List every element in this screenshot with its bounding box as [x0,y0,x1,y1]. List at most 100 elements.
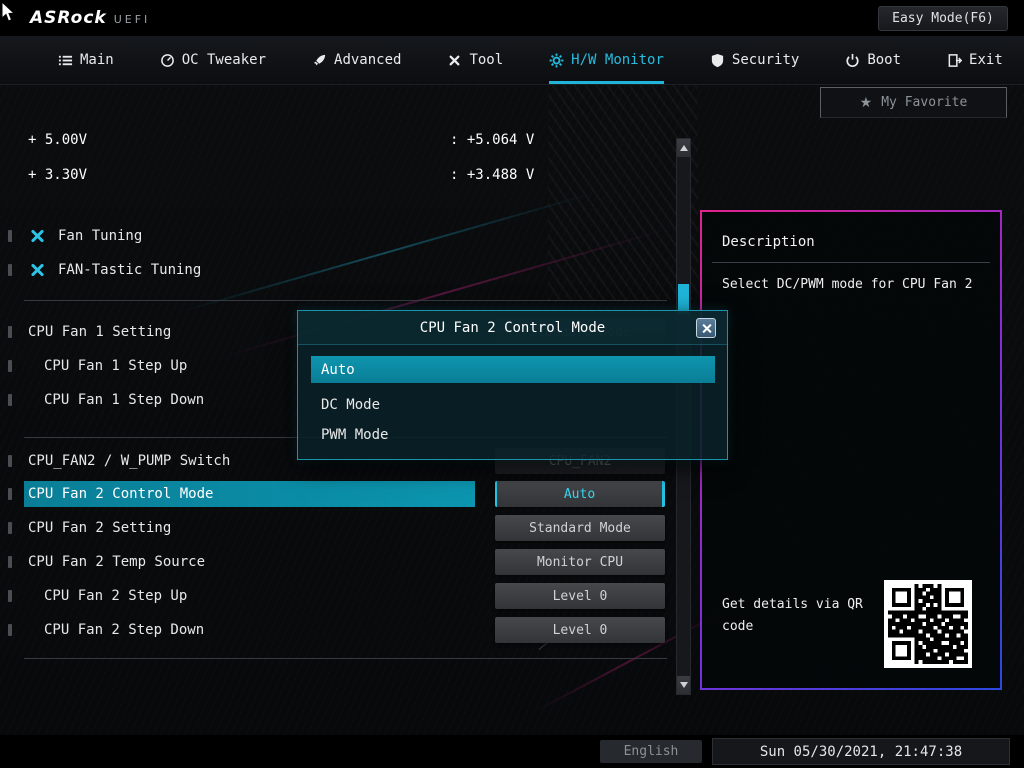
tab-oc-tweaker[interactable]: OC Tweaker [160,36,266,84]
title-bar: ASRock UEFI Easy Mode(F6) [0,0,1024,36]
description-title: Description [722,234,815,250]
triangle-up-icon [679,145,688,151]
tab-security[interactable]: Security [710,36,799,84]
option-label: DC Mode [321,396,381,413]
gear-icon [549,53,564,68]
nav-bar: Main OC Tweaker Advanced Tool H/W Monito… [0,36,1024,85]
value-button[interactable]: Auto [495,481,665,507]
menu-item-label: CPU Fan 1 Step Down [44,392,205,408]
tab-label: OC Tweaker [181,52,267,68]
status-bar: English Sun 05/30/2021, 21:47:38 [0,735,1024,768]
my-favorite-button[interactable]: My Favorite [820,87,1007,118]
voltage-value: : +3.488 V [450,167,535,183]
menu-item-cpu-fan2-setting[interactable]: CPU Fan 2 Setting Standard Mode [8,513,667,543]
description-body: Select DC/PWM mode for CPU Fan 2 [722,277,973,292]
voltage-label: + 5.00V [28,132,88,148]
close-icon[interactable] [696,318,716,338]
menu-item-fan-tuning[interactable]: Fan Tuning [8,221,667,251]
row-marker [8,522,12,534]
crossed-tools-icon [28,227,46,245]
menu-item-label: CPU Fan 1 Step Up [44,358,188,374]
option-dc-mode[interactable]: DC Mode [311,391,715,418]
tab-label: Exit [969,52,1003,68]
menu-item-label: CPU Fan 1 Setting [28,324,172,340]
voltage-label: + 3.30V [28,167,88,183]
menu-item-label: Fan Tuning [58,228,143,244]
option-label: PWM Mode [321,426,389,443]
option-pwm-mode[interactable]: PWM Mode [311,421,715,448]
brand-subtext: UEFI [113,13,151,26]
menu-item-label: CPU Fan 2 Temp Source [28,554,206,570]
menu-item-label: CPU Fan 2 Step Down [44,622,205,638]
value-button[interactable]: Level 0 [495,583,665,609]
scroll-down-button[interactable] [677,676,690,694]
tab-label: Tool [469,52,504,68]
qr-code [884,580,972,668]
exit-icon [947,53,963,68]
row-marker [8,556,12,568]
value-button[interactable]: Monitor CPU [495,549,665,575]
star-icon [860,95,873,111]
tab-tool[interactable]: Tool [447,36,503,84]
row-marker [8,488,12,500]
row-marker [8,624,12,636]
row-marker [8,230,12,242]
tab-exit[interactable]: Exit [947,36,1003,84]
gauge-icon [160,53,175,68]
separator [712,262,990,263]
tab-boot[interactable]: Boot [845,36,901,84]
option-auto[interactable]: Auto [311,356,715,383]
option-label: Auto [321,361,355,378]
dialog-title: CPU Fan 2 Control Mode [298,311,727,345]
wrench-icon [447,53,462,68]
menu-item-label: CPU Fan 2 Setting [28,520,172,536]
tab-label: Boot [867,52,902,68]
row-marker [8,326,12,338]
tab-label: H/W Monitor [571,52,664,68]
menu-item-label: CPU Fan 2 Control Mode [28,486,214,502]
power-icon [845,53,860,68]
tab-hw-monitor[interactable]: H/W Monitor [549,36,664,84]
brand-text: ASRock [30,8,107,28]
qr-caption: Get details via QR code [722,597,863,635]
tab-label: Main [80,52,114,68]
menu-item-label: CPU_FAN2 / W_PUMP Switch [28,453,231,469]
row-marker [8,394,12,406]
menu-item-fantastic-tuning[interactable]: FAN-Tastic Tuning [8,255,667,285]
my-favorite-label: My Favorite [881,95,968,110]
rocket-icon [312,53,327,68]
easy-mode-button[interactable]: Easy Mode(F6) [878,6,1008,31]
tab-advanced[interactable]: Advanced [312,36,401,84]
asrock-logo: ASRock UEFI [30,8,150,28]
menu-item-cpu-fan2-control-mode[interactable]: CPU Fan 2 Control Mode Auto [8,479,667,509]
triangle-down-icon [679,682,688,688]
datetime-display: Sun 05/30/2021, 21:47:38 [712,738,1010,765]
menu-item-label: CPU Fan 2 Step Up [44,588,188,604]
row-marker [8,264,12,276]
separator [24,300,667,301]
row-marker [8,360,12,372]
tab-main[interactable]: Main [58,36,114,84]
shield-icon [710,53,725,68]
row-marker [8,455,12,467]
menu-item-cpu-fan2-step-down[interactable]: CPU Fan 2 Step Down Level 0 [8,615,667,645]
separator [24,658,667,659]
tab-label: Security [731,52,800,68]
voltage-value: : +5.064 V [450,132,535,148]
voltage-reading-row: + 5.00V : +5.064 V [28,132,534,154]
value-button[interactable]: Standard Mode [495,515,665,541]
value-button[interactable]: Level 0 [495,617,665,643]
description-panel: Description Select DC/PWM mode for CPU F… [700,210,1002,690]
crossed-tools-icon [28,261,46,279]
scroll-up-button[interactable] [677,139,690,157]
mouse-cursor [1,0,17,27]
voltage-reading-row: + 3.30V : +3.488 V [28,167,534,189]
tab-label: Advanced [334,52,402,68]
menu-item-cpu-fan2-temp-source[interactable]: CPU Fan 2 Temp Source Monitor CPU [8,547,667,577]
language-button[interactable]: English [600,740,702,763]
menu-item-label: FAN-Tastic Tuning [58,262,202,278]
list-icon [58,53,73,68]
row-marker [8,590,12,602]
menu-item-cpu-fan2-step-up[interactable]: CPU Fan 2 Step Up Level 0 [8,581,667,611]
cpu-fan2-control-mode-dialog: CPU Fan 2 Control Mode Auto DC Mode PWM … [297,310,728,460]
